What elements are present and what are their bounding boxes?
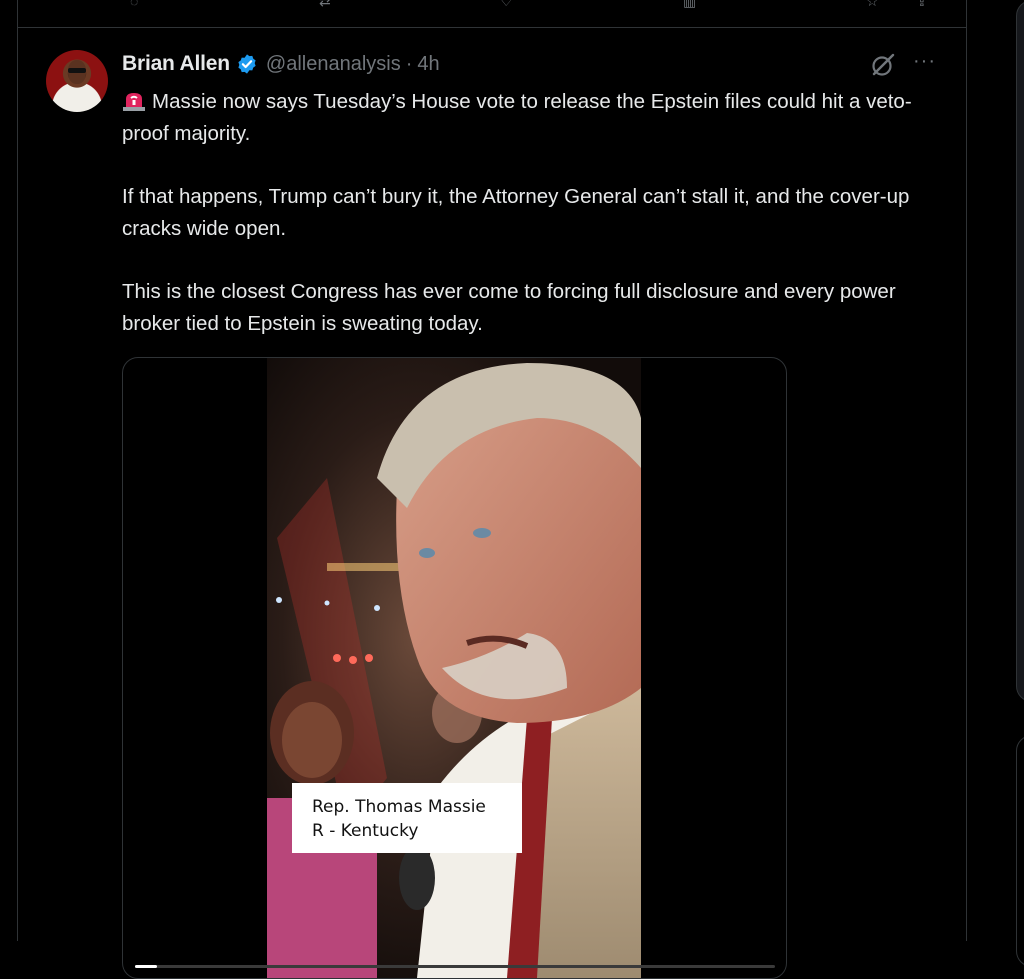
- bookmark-icon[interactable]: ☆: [866, 0, 882, 8]
- tweet-timestamp[interactable]: 4h: [417, 53, 439, 76]
- repost-icon[interactable]: ⇄: [319, 0, 335, 8]
- video-caption: Rep. Thomas Massie R - Kentucky: [292, 783, 522, 853]
- video-still-image: [267, 358, 641, 978]
- video-player[interactable]: Rep. Thomas Massie R - Kentucky: [122, 357, 787, 979]
- tweet-paragraph: Massie now says Tuesday’s House vote to …: [122, 86, 942, 149]
- video-progress-fill: [135, 965, 158, 968]
- like-icon[interactable]: ♡: [500, 0, 516, 8]
- author-handle[interactable]: @allenanalysis: [266, 53, 401, 76]
- header-separator: ·: [405, 52, 413, 75]
- tweet-paragraph-2: If that happens, Trump can’t bury it, th…: [122, 185, 910, 240]
- avatar-sunglasses: [68, 68, 86, 73]
- timeline-column: ◌ ⇄ ♡ ▥ ☆ ⇪ Brian Allen @allenanalysis ·…: [17, 0, 967, 979]
- tweet[interactable]: Brian Allen @allenanalysis · 4h ··· Mass…: [18, 28, 966, 979]
- tweet-paragraph-3: This is the closest Congress has ever co…: [122, 280, 896, 335]
- tweet-text: Massie now says Tuesday’s House vote to …: [122, 86, 942, 371]
- right-sidebar: [988, 0, 1024, 967]
- tweet-header: Brian Allen @allenanalysis · 4h: [122, 50, 440, 78]
- sidebar-card: [1016, 0, 1024, 702]
- tweet-paragraph-1: Massie now says Tuesday’s House vote to …: [122, 90, 912, 145]
- previous-post-action-bar: ◌ ⇄ ♡ ▥ ☆ ⇪: [18, 0, 966, 28]
- video-frame[interactable]: Rep. Thomas Massie R - Kentucky: [267, 358, 641, 978]
- views-icon[interactable]: ▥: [683, 0, 699, 8]
- grok-icon[interactable]: [870, 52, 896, 78]
- share-icon[interactable]: ⇪: [916, 0, 932, 8]
- reply-icon[interactable]: ◌: [130, 0, 146, 8]
- author-name[interactable]: Brian Allen: [122, 52, 230, 76]
- caption-line-1: Rep. Thomas Massie: [312, 797, 486, 817]
- avatar[interactable]: [46, 50, 108, 112]
- caption-line-2: R - Kentucky: [312, 821, 419, 841]
- video-progress-bar[interactable]: [135, 965, 775, 968]
- more-icon[interactable]: ···: [913, 51, 939, 74]
- sidebar-card: [1016, 735, 1024, 967]
- siren-emoji-icon: [122, 90, 146, 112]
- verified-badge-icon: [238, 54, 256, 74]
